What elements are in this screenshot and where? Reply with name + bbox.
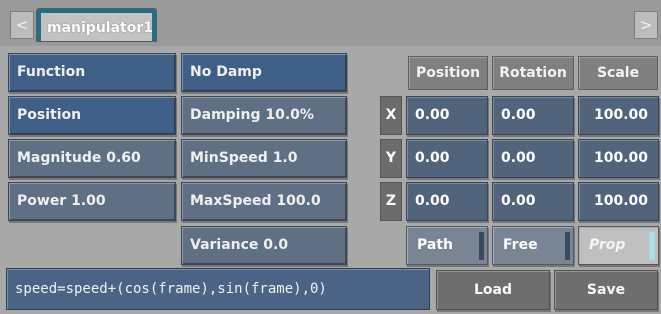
free-toggle-label: Free	[503, 237, 538, 253]
scale-header: Scale	[578, 56, 658, 90]
axis-z-label: Z	[380, 182, 402, 221]
load-button[interactable]: Load	[436, 270, 550, 310]
rotation-z-field[interactable]: 0.00	[492, 182, 574, 221]
free-toggle[interactable]: Free	[492, 226, 574, 265]
position-z-field[interactable]: 0.00	[406, 182, 488, 221]
axis-y-label: Y	[380, 139, 402, 178]
free-toggle-indicator	[565, 232, 570, 260]
path-toggle-indicator	[479, 232, 484, 260]
scale-x-field[interactable]: 100.00	[578, 96, 659, 135]
function-button[interactable]: Function	[8, 53, 176, 92]
rotation-y-field[interactable]: 0.00	[492, 139, 574, 178]
power-field[interactable]: Power 1.00	[8, 182, 176, 221]
path-toggle[interactable]: Path	[406, 226, 488, 265]
path-toggle-label: Path	[417, 237, 453, 253]
damping-field[interactable]: Damping 10.0%	[181, 96, 347, 135]
rotation-header: Rotation	[492, 56, 574, 90]
position-y-field[interactable]: 0.00	[406, 139, 488, 178]
tab-manipulator1[interactable]: manipulator1	[36, 8, 157, 42]
position-x-field[interactable]: 0.00	[406, 96, 488, 135]
prop-toggle[interactable]: Prop	[578, 226, 659, 265]
magnitude-field[interactable]: Magnitude 0.60	[8, 139, 176, 178]
axis-x-label: X	[380, 96, 402, 135]
tab-scroll-right-icon[interactable]: >	[634, 11, 658, 39]
max-speed-field[interactable]: MaxSpeed 100.0	[181, 182, 347, 221]
tab-label: manipulator1	[41, 13, 153, 41]
manipulator-panel: < manipulator1 > Function Position Magni…	[0, 0, 661, 314]
position-header: Position	[408, 56, 488, 90]
position-mode-button[interactable]: Position	[8, 96, 176, 135]
scale-y-field[interactable]: 100.00	[578, 139, 659, 178]
save-button[interactable]: Save	[554, 270, 658, 310]
prop-toggle-indicator	[649, 232, 655, 260]
rotation-x-field[interactable]: 0.00	[492, 96, 574, 135]
damp-mode-button[interactable]: No Damp	[181, 53, 347, 92]
min-speed-field[interactable]: MinSpeed 1.0	[181, 139, 347, 178]
scale-z-field[interactable]: 100.00	[578, 182, 659, 221]
prop-toggle-label: Prop	[589, 237, 626, 253]
expression-field[interactable]: speed=speed+(cos(frame),sin(frame),0)	[6, 268, 430, 310]
tab-bar: < manipulator1 >	[0, 0, 661, 46]
variance-field[interactable]: Variance 0.0	[181, 226, 347, 265]
tab-scroll-left-icon[interactable]: <	[10, 11, 34, 39]
